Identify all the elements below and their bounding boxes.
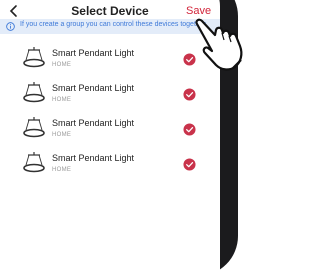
- device-row[interactable]: Smart Pendant Light HOME: [0, 110, 220, 146]
- pendant-lamp-icon: [23, 47, 45, 68]
- check-circle-icon[interactable]: [183, 88, 196, 101]
- device-name: Smart Pendant Light: [52, 153, 135, 163]
- pointing-hand-icon: [195, 18, 243, 71]
- info-icon: [6, 22, 15, 31]
- pendant-lamp-icon: [23, 152, 45, 173]
- info-banner-text: If you create a group you can control th…: [20, 21, 208, 28]
- device-name: Smart Pendant Light: [52, 118, 135, 128]
- info-banner: If you create a group you can control th…: [0, 19, 220, 34]
- device-room: HOME: [52, 132, 72, 138]
- device-name: Smart Pendant Light: [52, 48, 135, 58]
- device-room: HOME: [52, 97, 72, 103]
- pendant-lamp-icon: [23, 82, 45, 103]
- check-circle-icon[interactable]: [183, 158, 196, 171]
- device-name: Smart Pendant Light: [52, 83, 135, 93]
- device-room: HOME: [52, 167, 72, 173]
- pendant-lamp-icon: [23, 117, 45, 138]
- check-circle-icon[interactable]: [183, 123, 196, 136]
- device-row[interactable]: Smart Pendant Light HOME: [0, 40, 220, 76]
- device-room: HOME: [52, 62, 72, 68]
- device-row[interactable]: Smart Pendant Light HOME: [0, 75, 220, 111]
- save-button[interactable]: Save: [186, 5, 211, 17]
- device-row[interactable]: Smart Pendant Light HOME: [0, 145, 220, 181]
- app-screen: Select Device Save If you create a group…: [0, 0, 220, 276]
